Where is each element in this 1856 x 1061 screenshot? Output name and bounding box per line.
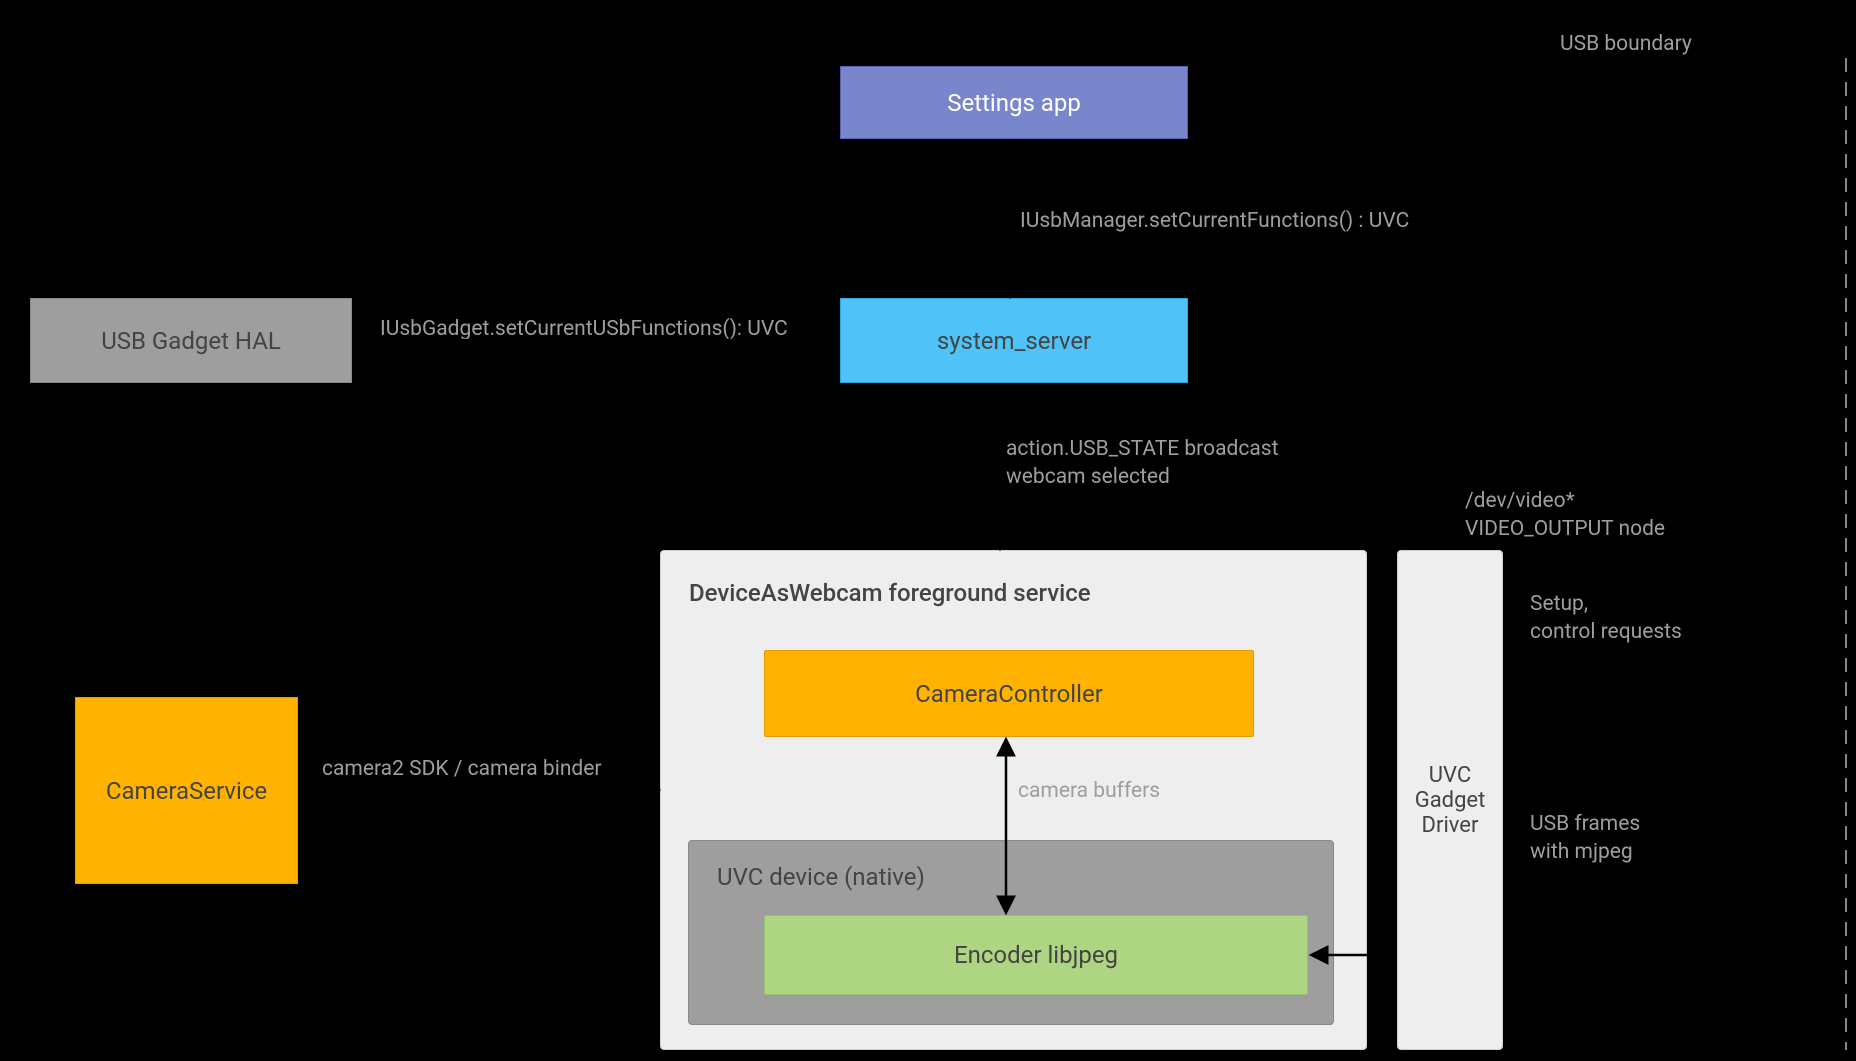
box-camera-controller: CameraController	[764, 650, 1254, 737]
label-camera2-sdk: camera2 SDK / camera binder	[322, 755, 602, 783]
label-usb-frames: USB frames with mjpeg	[1530, 810, 1640, 867]
diagram-canvas: Settings app USB Gadget HAL system_serve…	[0, 0, 1856, 1061]
label-iusbgadget: IUsbGadget.setCurrentUSbFunctions(): UVC	[380, 315, 788, 343]
box-title: DeviceAsWebcam foreground service	[689, 579, 1091, 607]
box-system-server: system_server	[840, 298, 1188, 383]
label-camera-buffers: camera buffers	[1018, 777, 1160, 805]
box-usb-gadget-hal: USB Gadget HAL	[30, 298, 352, 383]
label-usb-boundary: USB boundary	[1560, 30, 1692, 58]
box-label: Settings app	[947, 89, 1081, 117]
box-settings-app: Settings app	[840, 66, 1188, 139]
box-camera-service: CameraService	[75, 697, 298, 884]
box-label: Encoder libjpeg	[954, 941, 1118, 969]
box-label: UVC Gadget Driver	[1408, 763, 1492, 838]
label-iusbmanager: IUsbManager.setCurrentFunctions() : UVC	[1020, 207, 1409, 235]
box-label: USB Gadget HAL	[101, 327, 281, 355]
box-encoder-libjpeg: Encoder libjpeg	[764, 915, 1308, 995]
box-title: UVC device (native)	[717, 863, 925, 891]
label-setup-requests: Setup, control requests	[1530, 590, 1682, 647]
label-dev-video: /dev/video* VIDEO_OUTPUT node	[1465, 487, 1665, 544]
box-label: CameraService	[106, 777, 267, 805]
box-uvc-gadget-driver: UVC Gadget Driver	[1397, 550, 1503, 1050]
box-label: CameraController	[915, 680, 1103, 708]
label-usb-state: action.USB_STATE broadcast webcam select…	[1006, 435, 1278, 492]
box-label: system_server	[937, 327, 1091, 355]
